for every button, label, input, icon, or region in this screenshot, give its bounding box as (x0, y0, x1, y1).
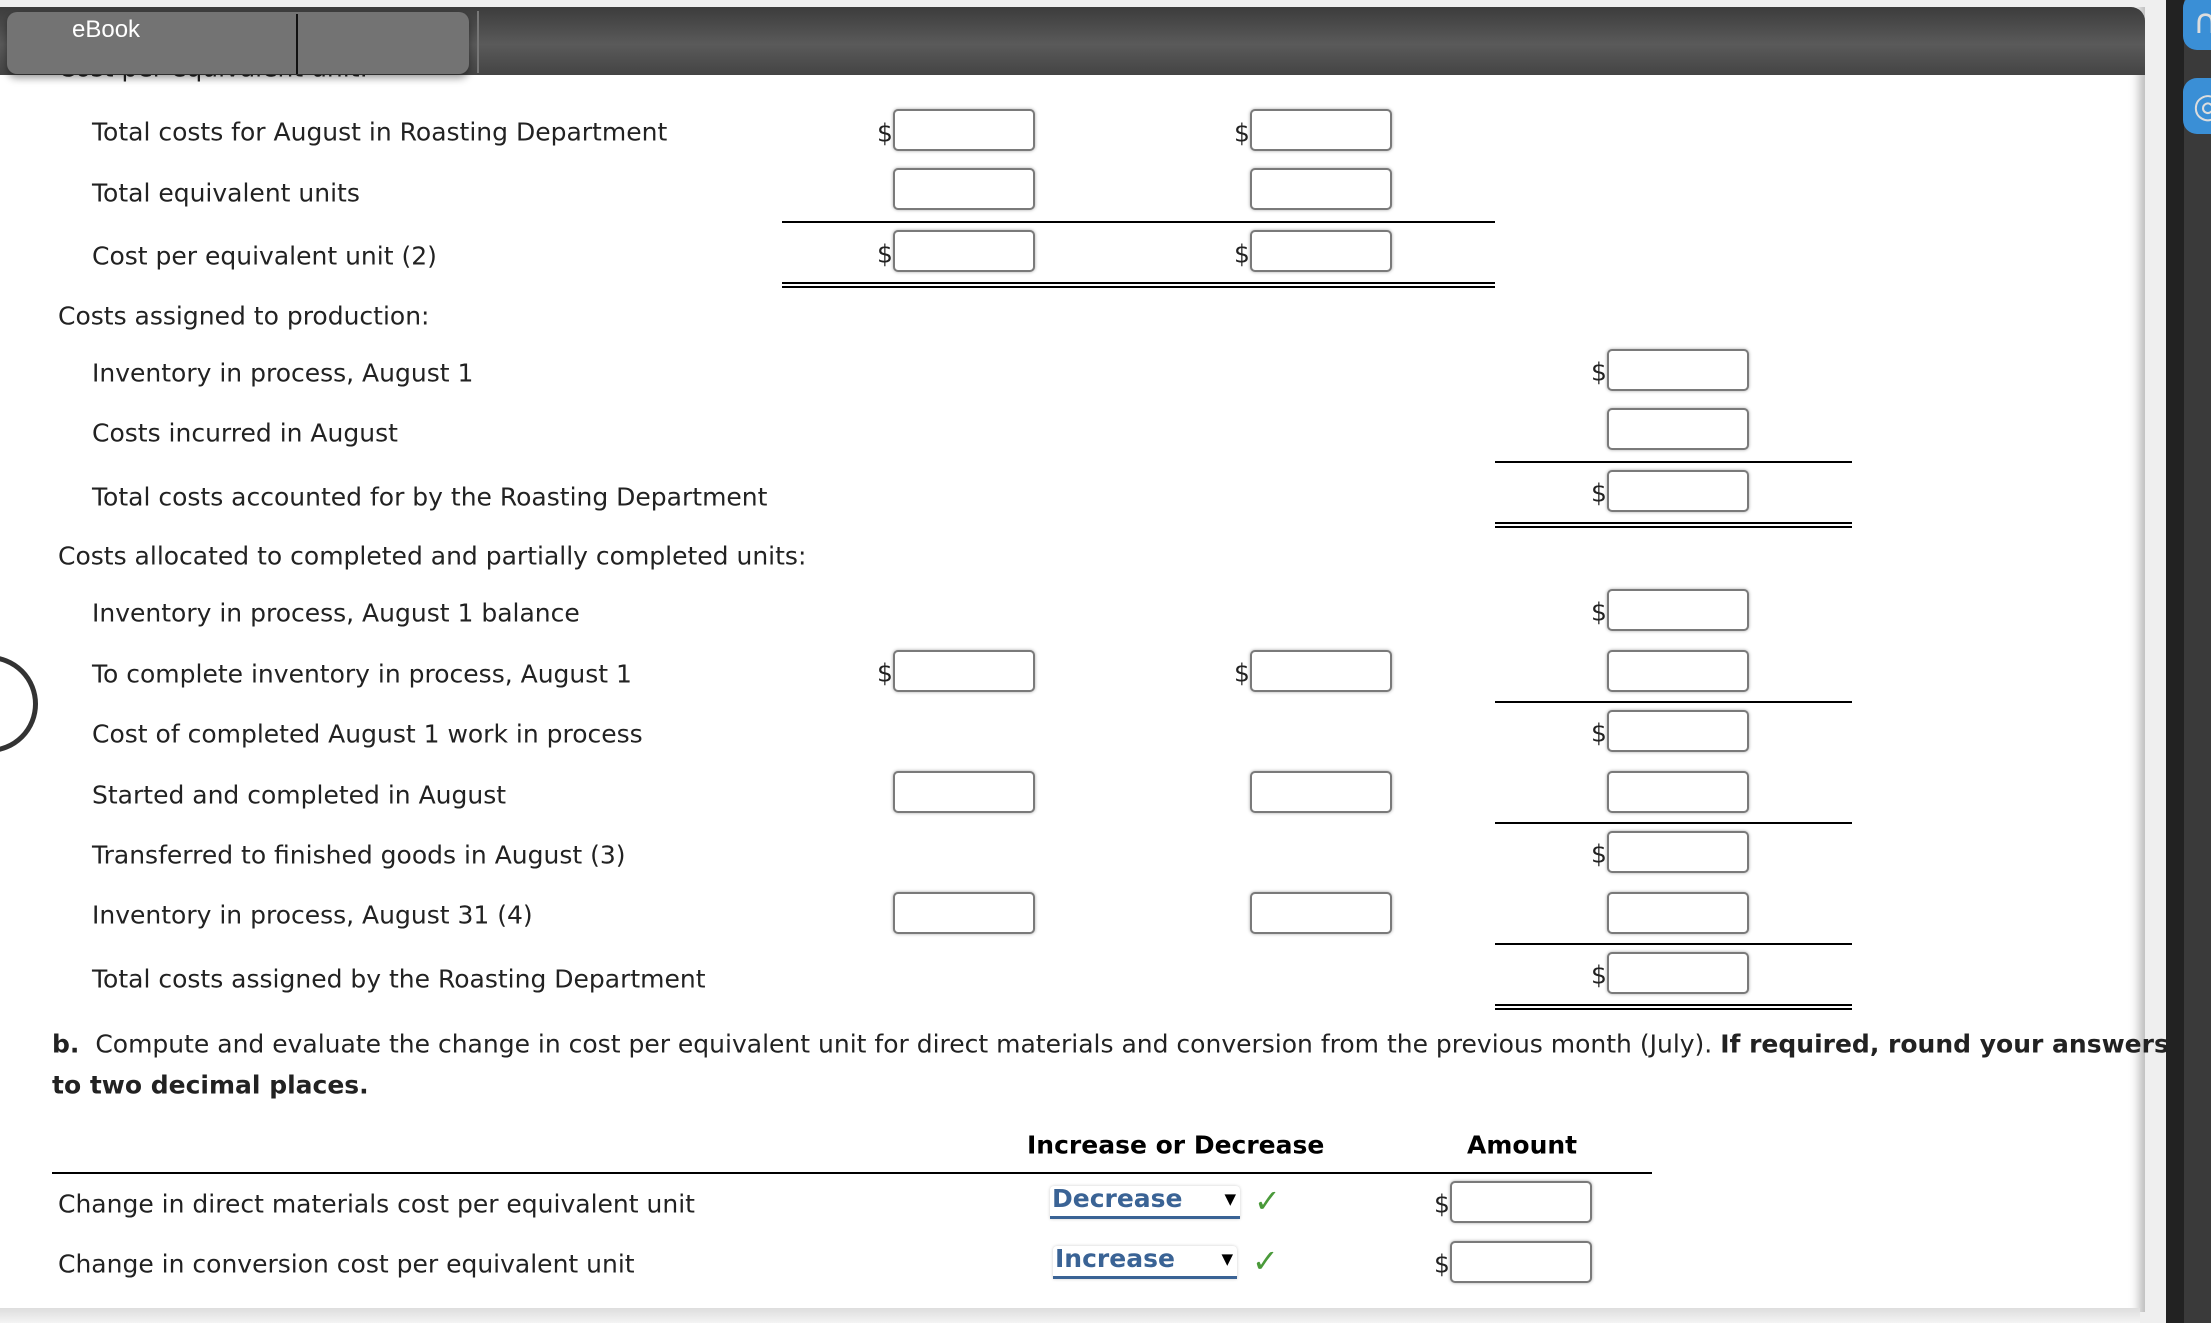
conv-to-complete-input[interactable] (1250, 650, 1392, 692)
conv-cost-per-eu-input[interactable] (1250, 230, 1392, 272)
conv-started-completed-input[interactable] (1250, 771, 1392, 813)
to-complete-total-input[interactable] (1607, 650, 1749, 692)
wip-aug1-input[interactable] (1607, 349, 1749, 391)
row-label: Change in conversion cost per equivalent… (58, 1249, 635, 1279)
row-label: Change in direct materials cost per equi… (58, 1189, 695, 1219)
page-bottom-edge (0, 1308, 2140, 1323)
started-completed-total-input[interactable] (1607, 771, 1749, 813)
dollar-sign: $ (1591, 718, 1607, 748)
conv-change-select[interactable]: Increase ▼ (1053, 1244, 1237, 1279)
dm-wip-aug31-input[interactable] (893, 892, 1035, 934)
dollar-sign: $ (1434, 1249, 1450, 1279)
total-costs-accounted-input[interactable] (1607, 470, 1749, 512)
dm-change-select[interactable]: Decrease ▼ (1050, 1184, 1240, 1219)
part-b-instruction: b. Compute and evaluate the change in co… (52, 1030, 2169, 1059)
dollar-sign: $ (1591, 478, 1607, 508)
subtotal-line (782, 221, 1495, 223)
row-label: Costs incurred in August (92, 418, 398, 448)
dollar-sign: $ (1591, 597, 1607, 627)
help-icon[interactable]: ◎ (2183, 78, 2211, 134)
ebook-button[interactable]: eBook (7, 12, 469, 74)
row-label: Transferred to finished goods in August … (92, 840, 626, 870)
row-label: Cost of completed August 1 work in proce… (92, 719, 643, 749)
row-label: Inventory in process, August 1 (92, 358, 474, 388)
dollar-sign: $ (1434, 1189, 1450, 1219)
row-label: To complete inventory in process, August… (92, 659, 632, 689)
dollar-sign: $ (877, 118, 893, 148)
row-label: Total costs for August in Roasting Depar… (92, 117, 668, 147)
dollar-sign: $ (1234, 658, 1250, 688)
total-double-line (782, 282, 1495, 288)
row-label: Inventory in process, August 1 balance (92, 598, 580, 628)
wip-aug1-balance-input[interactable] (1607, 589, 1749, 631)
transferred-finished-goods-input[interactable] (1607, 831, 1749, 873)
conv-change-amount-input[interactable] (1450, 1241, 1592, 1283)
dollar-sign: $ (1234, 118, 1250, 148)
row-label: Total costs accounted for by the Roastin… (92, 482, 768, 512)
chevron-down-icon: ▼ (1224, 1190, 1236, 1208)
subtotal-line (1495, 461, 1852, 463)
toolbar-divider (477, 11, 479, 73)
selected-value: Increase (1055, 1244, 1175, 1273)
tab-divider (296, 14, 298, 74)
row-label: Cost per equivalent unit (2) (92, 241, 437, 271)
total-costs-assigned-input[interactable] (1607, 952, 1749, 994)
ebook-label: eBook (72, 16, 141, 43)
headset-icon[interactable]: ∩ (2183, 0, 2211, 50)
dm-cost-per-eu-input[interactable] (893, 230, 1035, 272)
dm-started-completed-input[interactable] (893, 771, 1035, 813)
header-increase-decrease: Increase or Decrease (1027, 1130, 1325, 1160)
dm-total-costs-input[interactable] (893, 109, 1035, 151)
dollar-sign: $ (1591, 960, 1607, 990)
dm-change-amount-input[interactable] (1450, 1181, 1592, 1223)
subtotal-line (1495, 822, 1852, 824)
dm-equivalent-units-input[interactable] (893, 168, 1035, 210)
dollar-sign: $ (877, 658, 893, 688)
right-rail (2166, 0, 2211, 1323)
costs-assigned-heading: Costs assigned to production: (58, 301, 430, 331)
row-label: Started and completed in August (92, 780, 507, 810)
row-label: Total costs assigned by the Roasting Dep… (92, 964, 706, 994)
dollar-sign: $ (1591, 357, 1607, 387)
wip-aug31-total-input[interactable] (1607, 892, 1749, 934)
total-double-line (1495, 522, 1852, 528)
row-label: Total equivalent units (92, 178, 360, 208)
chevron-down-icon: ▼ (1221, 1250, 1233, 1268)
conv-equivalent-units-input[interactable] (1250, 168, 1392, 210)
conv-wip-aug31-input[interactable] (1250, 892, 1392, 934)
part-b-prefix: b. (52, 1029, 80, 1059)
subtotal-line (1495, 701, 1852, 703)
dollar-sign: $ (1591, 839, 1607, 869)
row-label: Inventory in process, August 31 (4) (92, 900, 533, 930)
check-icon: ✓ (1252, 1242, 1279, 1280)
header-underline (52, 1172, 1652, 1174)
total-double-line (1495, 1004, 1852, 1010)
dm-to-complete-input[interactable] (893, 650, 1035, 692)
part-b-text: Compute and evaluate the change in cost … (95, 1029, 1713, 1059)
conv-total-costs-input[interactable] (1250, 109, 1392, 151)
cost-completed-aug1-input[interactable] (1607, 710, 1749, 752)
dollar-sign: $ (877, 239, 893, 269)
check-icon: ✓ (1254, 1182, 1281, 1220)
part-b-bold: If required, round your answers (1720, 1029, 2169, 1059)
selected-value: Decrease (1052, 1184, 1183, 1213)
header-amount: Amount (1467, 1130, 1578, 1160)
costs-incurred-input[interactable] (1607, 408, 1749, 450)
dollar-sign: $ (1234, 239, 1250, 269)
costs-allocated-heading: Costs allocated to completed and partial… (58, 541, 807, 571)
part-b-bold-line2: to two decimal places. (52, 1070, 369, 1100)
subtotal-line (1495, 943, 1852, 945)
